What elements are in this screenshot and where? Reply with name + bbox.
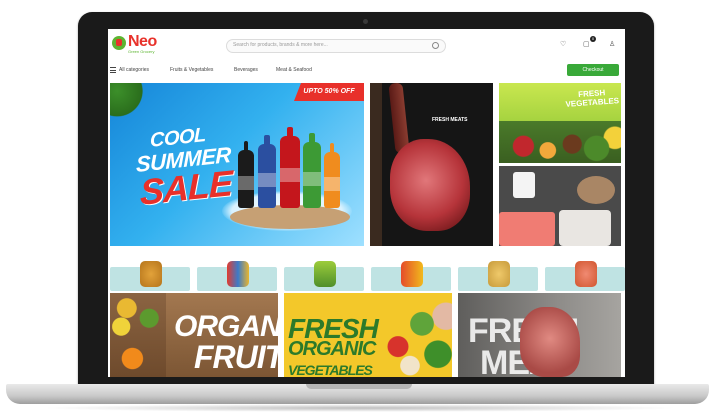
category-tile[interactable] <box>458 261 538 291</box>
cart-count-badge: 0 <box>590 36 596 42</box>
category-tile[interactable] <box>197 261 277 291</box>
vegetable-basket-image <box>499 121 621 163</box>
heart-icon[interactable]: ♡ <box>560 41 566 49</box>
milk-carton-image <box>513 172 535 198</box>
logo-icon <box>112 36 126 50</box>
browser-screen: Neo Green Grocery Search for products, b… <box>108 29 625 377</box>
nav-item-fruits-vegetables[interactable]: Fruits & Vegetables <box>170 67 213 73</box>
category-tile[interactable] <box>545 261 625 291</box>
organic-fruits-banner[interactable]: ORGANIC FRUITS <box>110 293 278 377</box>
fresh-vegetables-banner[interactable]: FRESH VEGETABLES <box>499 83 621 163</box>
category-image <box>575 261 597 287</box>
bottle-image <box>238 141 254 208</box>
bottle-image <box>324 143 340 208</box>
vegetable-mix-image <box>374 301 452 377</box>
dairy-pack-image <box>559 210 611 246</box>
fresh-veg-line3: VEGETABLES <box>288 362 373 377</box>
logo-tagline: Green Grocery <box>128 49 155 54</box>
bottle-image <box>258 135 276 208</box>
category-image <box>140 261 162 287</box>
category-nav: All categories Fruits & Vegetables Bever… <box>108 65 625 77</box>
sale-line-sale: SALE <box>140 162 233 213</box>
camera-icon <box>363 19 368 24</box>
laptop-notch <box>306 384 412 389</box>
nuts-bowl-image <box>577 176 615 204</box>
category-tile[interactable] <box>371 261 451 291</box>
palm-leaf-image <box>110 83 148 119</box>
organic-fruits-line1: ORGANIC <box>174 310 278 343</box>
fresh-veg-line2: ORGANIC <box>288 338 376 360</box>
nav-item-meat-seafood[interactable]: Meat & Seafood <box>276 67 312 73</box>
category-tile[interactable] <box>110 261 190 291</box>
user-icon[interactable]: ♙ <box>609 41 615 49</box>
laptop-frame: Neo Green Grocery Search for products, b… <box>0 0 715 416</box>
category-image <box>314 261 336 287</box>
nav-item-beverages[interactable]: Beverages <box>234 67 258 73</box>
laptop-shadow <box>40 404 680 412</box>
category-tile[interactable] <box>284 261 364 291</box>
category-image <box>401 261 423 287</box>
fresh-meat-banner[interactable]: FRESH MEAT <box>458 293 621 377</box>
organic-fruits-line2: FRUITS <box>194 339 278 375</box>
search-input[interactable]: Search for products, brands & more here.… <box>226 39 446 53</box>
cutting-board-image <box>370 83 382 246</box>
meat-cut-image <box>520 307 580 377</box>
packaged-goods-banner[interactable] <box>499 166 621 246</box>
category-image <box>227 261 249 287</box>
site-header: Neo Green Grocery Search for products, b… <box>108 29 625 61</box>
wooden-platform-image <box>230 205 350 229</box>
fresh-meats-title: FRESH MEATS <box>432 117 468 123</box>
category-image <box>488 261 510 287</box>
search-icon[interactable] <box>432 42 439 49</box>
meat-pack-image <box>499 212 555 246</box>
steak-image <box>390 139 470 231</box>
discount-tag: UPTO 50% OFF <box>294 83 364 101</box>
bottle-image <box>303 133 321 208</box>
fresh-vegetables-title: FRESH VEGETABLES <box>565 88 620 109</box>
search-placeholder: Search for products, brands & more here.… <box>233 42 328 48</box>
summer-sale-banner[interactable]: UPTO 50% OFF COOL SUMMER SALE <box>110 83 364 246</box>
nav-all-categories[interactable]: All categories <box>119 67 149 73</box>
site-logo[interactable]: Neo Green Grocery <box>112 33 168 56</box>
fresh-meats-banner[interactable]: FRESH MEATS <box>370 83 493 246</box>
checkout-button[interactable]: Checkout <box>567 64 619 76</box>
fruit-pile-image <box>110 293 166 377</box>
cart-icon[interactable]: ▢ <box>583 41 590 49</box>
fresh-organic-vegetables-banner[interactable]: FRESH ORGANIC VEGETABLES <box>284 293 452 377</box>
bottle-image <box>280 127 300 208</box>
